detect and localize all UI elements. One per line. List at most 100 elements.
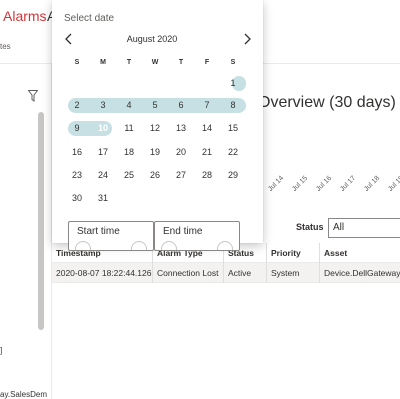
calendar-day-number: 11	[124, 123, 134, 133]
calendar-day-number: 2	[74, 100, 80, 110]
end-time-field[interactable]: End time	[154, 221, 240, 251]
calendar-day[interactable]: 25	[118, 164, 140, 186]
calendar-day-number: 31	[97, 193, 108, 203]
x-tick-label: Jul 19	[387, 174, 400, 193]
cell-priority: System	[267, 263, 320, 283]
calendar-day-number: 10	[97, 123, 108, 133]
weekday-label: T	[178, 59, 184, 66]
calendar-day-number: 7	[204, 100, 210, 110]
weekday-label: S	[230, 59, 236, 66]
weekday-label: F	[204, 59, 210, 66]
table-row[interactable]: 2020-08-07 18:22:44.126 Connection Lost …	[52, 263, 400, 283]
calendar-day[interactable]: 1	[222, 72, 244, 94]
calendar-day-number: 30	[71, 193, 82, 203]
time-spinner-icon	[75, 241, 91, 250]
calendar-day-number: 27	[175, 170, 186, 180]
calendar-day[interactable]: 17	[92, 141, 114, 163]
next-month-chevron-icon[interactable]	[240, 31, 254, 47]
calendar-day[interactable]: 26	[144, 164, 166, 186]
end-time-label: End time	[163, 226, 203, 237]
calendar-day-number: 15	[227, 123, 238, 133]
calendar-day[interactable]: 19	[144, 141, 166, 163]
calendar-day-number: 25	[123, 170, 134, 180]
x-tick-label: Jul 15	[291, 174, 310, 193]
calendar-day-number: 19	[149, 147, 160, 157]
month-label: August 2020	[126, 34, 178, 44]
calendar-day-number: 12	[149, 123, 160, 133]
calendar-day[interactable]: 18	[118, 141, 140, 163]
calendar-day-number: 18	[123, 147, 134, 157]
weekday-label: S	[74, 59, 80, 66]
x-tick-label: Jul 14	[267, 174, 286, 193]
calendar-day[interactable]: 27	[170, 164, 192, 186]
calendar-day[interactable]: 16	[66, 141, 88, 163]
calendar-day[interactable]: 24	[92, 164, 114, 186]
time-spinner-icon	[217, 241, 233, 250]
calendar-day[interactable]: 30	[66, 187, 88, 209]
calendar-day[interactable]: 8	[222, 94, 244, 116]
calendar-day[interactable]: 29	[222, 164, 244, 186]
calendar-day-number: 1	[230, 78, 236, 88]
calendar-day[interactable]: 28	[196, 164, 218, 186]
calendar-day-number: 26	[149, 170, 160, 180]
calendar-day[interactable]: 22	[222, 141, 244, 163]
calendar-day-number: 16	[71, 147, 82, 157]
calendar-day[interactable]: 21	[196, 141, 218, 163]
cell-status: Active	[224, 263, 267, 283]
chart-x-axis: Jul 14 Jul 15 Jul 16 Jul 17 Jul 18 Jul 1…	[264, 175, 400, 204]
calendar-day[interactable]: 13	[170, 117, 192, 139]
calendar-day[interactable]: 11	[118, 117, 140, 139]
calendar-day[interactable]: 6	[170, 94, 192, 116]
calendar-day[interactable]: 2	[66, 94, 88, 116]
column-header-priority[interactable]: Priority	[267, 243, 320, 263]
calendar-day[interactable]: 15	[222, 117, 244, 139]
calendar-day-number: 9	[74, 123, 80, 133]
filter-icon[interactable]	[28, 90, 38, 102]
date-picker-popup: Select date August 2020 SMTWTFS 12345678…	[52, 0, 263, 251]
calendar-day[interactable]: 9	[66, 117, 88, 139]
start-time-label: Start time	[77, 226, 120, 237]
start-time-field[interactable]: Start time	[68, 221, 154, 251]
tree-node-device[interactable]: ay.SalesDem	[0, 390, 47, 399]
date-picker-title: Select date	[64, 13, 115, 24]
status-filter-dropdown[interactable]: All	[328, 218, 400, 238]
tree-scrollbar[interactable]	[38, 112, 44, 330]
calendar-day-number: 29	[227, 170, 238, 180]
calendar-day-number: 21	[201, 147, 212, 157]
calendar-day-number: 23	[71, 170, 82, 180]
calendar-day-number: 14	[201, 123, 212, 133]
x-tick-label: Jul 16	[315, 174, 334, 193]
tree-node-text: ]	[0, 346, 3, 355]
column-header-asset[interactable]: Asset	[320, 243, 400, 263]
calendar-day[interactable]: 5	[144, 94, 166, 116]
overview-title: Overview (30 days)	[258, 94, 396, 111]
previous-month-chevron-icon[interactable]	[62, 31, 76, 47]
weekday-label: T	[126, 59, 132, 66]
calendar-day-number: 8	[230, 100, 236, 110]
calendar-day[interactable]: 23	[66, 164, 88, 186]
calendar-day[interactable]: 31	[92, 187, 114, 209]
calendar-day[interactable]: 12	[144, 117, 166, 139]
calendar-day-number: 13	[175, 123, 186, 133]
calendar-day-number: 20	[175, 147, 186, 157]
calendar-day-number: 28	[201, 170, 212, 180]
nav-alarms-tab[interactable]: Alarms	[3, 8, 47, 24]
cell-asset: Device.DellGateway.V	[324, 268, 400, 278]
calendar-day-selected[interactable]: 10	[92, 117, 114, 139]
calendar-day-number: 22	[227, 147, 238, 157]
weekday-label: W	[151, 59, 159, 66]
weekday-label: M	[100, 59, 106, 66]
calendar-day[interactable]: 4	[118, 94, 140, 116]
time-spinner-icon	[131, 241, 147, 250]
calendar-day[interactable]: 7	[196, 94, 218, 116]
calendar-day-number: 3	[100, 100, 106, 110]
time-spinner-icon	[161, 241, 177, 250]
calendar-day[interactable]: 20	[170, 141, 192, 163]
calendar-day[interactable]: 3	[92, 94, 114, 116]
cell-timestamp: 2020-08-07 18:22:44.126	[52, 263, 153, 283]
asset-tree-panel	[0, 64, 52, 399]
calendar-day[interactable]: 14	[196, 117, 218, 139]
calendar-day-number: 17	[97, 147, 108, 157]
calendar-day-number: 24	[97, 170, 108, 180]
calendar-day-number: 6	[178, 100, 184, 110]
